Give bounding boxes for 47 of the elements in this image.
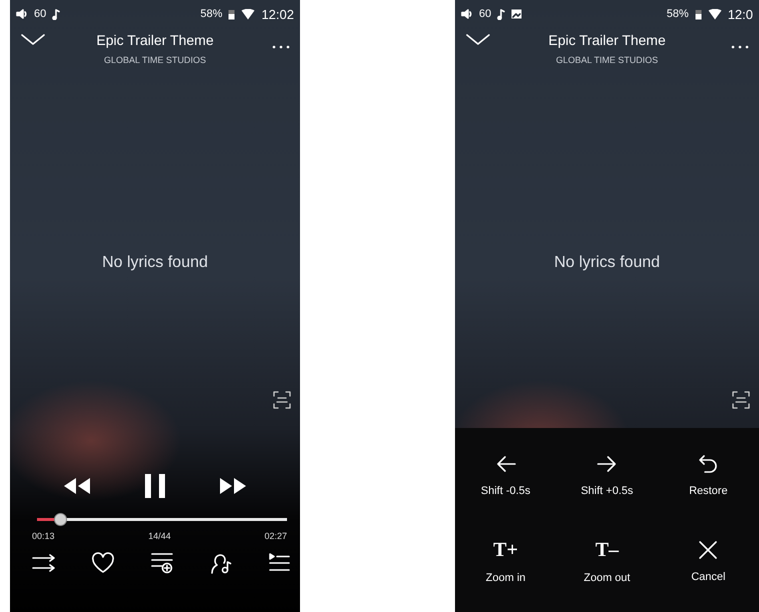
chevron-down-icon[interactable]: [20, 32, 46, 46]
battery-icon: [228, 8, 236, 20]
volume-level: 60: [479, 8, 492, 20]
music-note-icon: [497, 8, 506, 20]
track-position: 14/44: [148, 531, 171, 541]
music-note-icon: [52, 8, 60, 20]
zoom-in-button[interactable]: T+ Zoom in: [455, 518, 556, 604]
pause-icon[interactable]: [142, 473, 168, 499]
battery-percent: 58%: [200, 8, 222, 20]
artist-name: GLOBAL TIME STUDIOS: [104, 55, 206, 65]
repeat-order-icon[interactable]: [32, 553, 56, 573]
zoom-out-button[interactable]: T– Zoom out: [556, 518, 658, 604]
heart-icon[interactable]: [91, 552, 115, 574]
add-to-playlist-icon[interactable]: [150, 551, 174, 575]
speaker-icon: [461, 9, 473, 19]
progress-thumb[interactable]: [54, 513, 66, 526]
image-icon: [511, 9, 522, 19]
wifi-icon: [708, 8, 722, 20]
right-arrow-icon: [596, 453, 618, 475]
no-lyrics-message: No lyrics found: [102, 254, 208, 272]
close-icon: [697, 539, 720, 561]
restore-button[interactable]: Restore: [658, 432, 759, 518]
shift-forward-button[interactable]: Shift +0.5s: [556, 432, 658, 518]
volume-level: 60: [34, 8, 46, 20]
wifi-icon: [241, 8, 256, 20]
undo-icon: [697, 453, 720, 475]
lyrics-adjust-icon[interactable]: [272, 390, 292, 410]
singer-note-icon[interactable]: [209, 551, 233, 575]
no-lyrics-message: No lyrics found: [554, 254, 660, 272]
chevron-down-icon[interactable]: [465, 32, 491, 46]
battery-icon: [694, 8, 702, 20]
queue-list-icon[interactable]: [268, 552, 290, 574]
shift-back-button[interactable]: Shift -0.5s: [455, 432, 556, 518]
total-duration: 02:27: [264, 531, 287, 541]
left-arrow-icon: [494, 453, 517, 475]
song-title: Epic Trailer Theme: [96, 32, 214, 48]
clock-time: 12:02: [261, 6, 294, 22]
cancel-button[interactable]: Cancel: [658, 518, 759, 604]
speaker-icon: [16, 9, 28, 19]
battery-percent: 58%: [666, 8, 689, 20]
more-icon[interactable]: [272, 45, 290, 49]
more-icon[interactable]: [731, 45, 749, 49]
lyrics-adjust-icon[interactable]: [731, 390, 751, 410]
elapsed-time: 00:13: [32, 531, 55, 541]
clock-time: 12:0: [728, 6, 753, 22]
song-title: Epic Trailer Theme: [548, 32, 666, 48]
artist-name: GLOBAL TIME STUDIOS: [556, 55, 658, 65]
